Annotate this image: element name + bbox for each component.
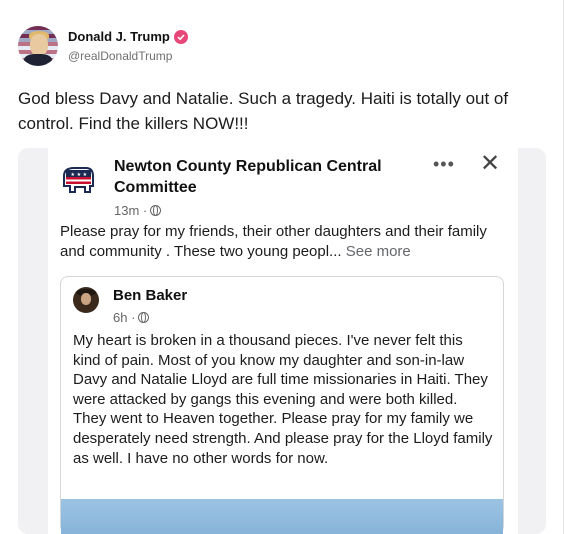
more-options-icon[interactable]: ••• [433,154,455,175]
verified-badge-icon [173,29,188,44]
facebook-post: ★ ★ ★ Newton County Republican Central C… [48,148,518,534]
shared-author-name[interactable]: Ben Baker [113,287,187,304]
post-header: Donald J. Trump @realDonaldTrump [18,26,188,66]
avatar-suit [24,54,52,66]
avatar-face [30,34,48,56]
shared-avatar-face [81,293,91,305]
post-card: Donald J. Trump @realDonaldTrump God ble… [0,0,564,534]
shared-post-time: 6h · [113,310,136,325]
facebook-post-body: Please pray for my friends, their other … [60,222,510,262]
see-more-link[interactable]: See more [346,243,411,260]
facebook-post-meta: 13m · [114,203,162,218]
globe-icon [150,205,162,216]
facebook-post-time: 13m · [114,203,148,218]
republican-elephant-logo-icon: ★ ★ ★ [63,167,94,193]
user-handle[interactable]: @realDonaldTrump [68,49,188,63]
shared-post-meta: 6h · [113,310,150,325]
shared-author-avatar[interactable] [73,287,99,313]
shared-post-image [61,499,503,534]
post-text: God bless Davy and Natalie. Such a trage… [18,89,509,133]
globe-icon [138,312,150,323]
author-names: Donald J. Trump @realDonaldTrump [68,29,188,63]
facebook-page-name[interactable]: Newton County Republican Central Committ… [114,156,404,198]
name-row: Donald J. Trump [68,29,188,44]
facebook-post-text: Please pray for my friends, their other … [60,223,487,260]
display-name[interactable]: Donald J. Trump [68,29,170,44]
shared-post-text: My heart is broken in a thousand pieces.… [73,332,493,467]
avatar[interactable] [18,26,58,66]
shared-post: Ben Baker 6h · My heart is broken in a t… [60,276,504,534]
svg-text:★ ★ ★: ★ ★ ★ [71,172,88,178]
post-media-screenshot[interactable]: ★ ★ ★ Newton County Republican Central C… [18,148,546,534]
close-icon[interactable]: ✕ [480,152,500,176]
